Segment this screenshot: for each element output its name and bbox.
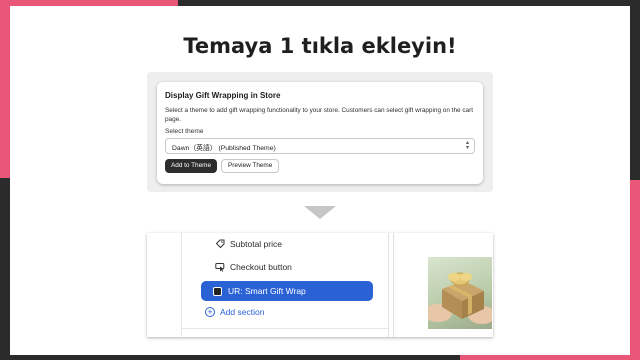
panel-description: Select a theme to add gift wrapping func…	[165, 107, 473, 123]
select-theme-label: Select theme	[165, 128, 204, 135]
sidebar-bottom-line	[182, 328, 389, 329]
editor-divider	[393, 233, 394, 337]
theme-select-value: Dawn（英語） (Published Theme)	[172, 145, 276, 152]
arrow-down-icon	[304, 206, 336, 219]
section-item-gift-wrap[interactable]: UR: Smart Gift Wrap	[201, 281, 373, 301]
add-section-button[interactable]: + Add section	[205, 307, 264, 317]
price-tag-icon	[215, 239, 225, 249]
preview-theme-button[interactable]: Preview Theme	[221, 159, 280, 173]
top-accent	[0, 0, 178, 6]
sidebar-guide-line	[181, 233, 182, 337]
left-accent	[0, 6, 10, 178]
section-label: Checkout button	[230, 262, 292, 272]
add-section-label: Add section	[220, 307, 265, 317]
add-to-theme-button[interactable]: Add to Theme	[165, 159, 218, 173]
right-border	[630, 6, 640, 180]
theme-select[interactable]: Dawn（英語） (Published Theme) ▴ ▾	[165, 138, 475, 154]
gift-box-image	[428, 257, 492, 329]
right-accent	[630, 180, 640, 360]
plus-circle-icon: +	[205, 307, 215, 317]
app-block-icon	[213, 286, 222, 296]
headline: Temaya 1 tıkla ekleyin!	[183, 34, 457, 58]
theme-panel: Display Gift Wrapping in Store Select a …	[157, 82, 483, 184]
section-item-subtotal[interactable]: Subtotal price	[215, 239, 282, 249]
gift-box-illustration	[428, 272, 492, 324]
left-border	[0, 178, 10, 360]
section-label: UR: Smart Gift Wrap	[228, 286, 306, 296]
theme-editor-preview: Subtotal price Checkout button UR: Smart…	[147, 233, 493, 337]
cursor-button-icon	[215, 263, 225, 272]
panel-title: Display Gift Wrapping in Store	[165, 91, 281, 100]
section-label: Subtotal price	[230, 239, 282, 249]
select-chevron-icon: ▴ ▾	[465, 140, 469, 151]
section-item-checkout[interactable]: Checkout button	[215, 262, 292, 272]
bottom-accent	[460, 355, 640, 360]
